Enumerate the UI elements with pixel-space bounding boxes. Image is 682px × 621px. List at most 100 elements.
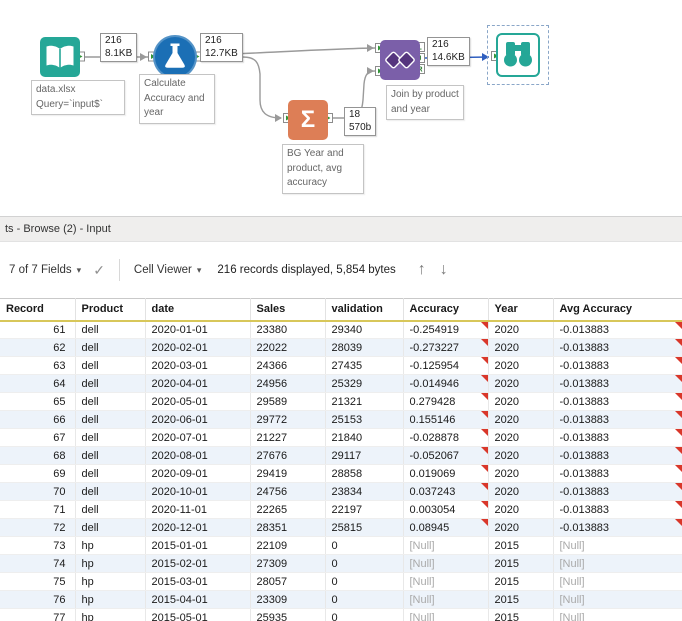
cell-validation[interactable]: 29117	[325, 446, 404, 465]
cell-record[interactable]: 64	[0, 374, 76, 393]
connection-annotation-input[interactable]: 216 8.1KB	[100, 33, 138, 62]
column-header-accuracy[interactable]: Accuracy	[403, 298, 489, 322]
table-row[interactable]: 77 hp 2015-05-01 25935 0 [Null] 2015 [Null]	[0, 608, 682, 621]
cell-product[interactable]: dell	[75, 356, 146, 375]
cell-accuracy[interactable]: [Null]	[403, 608, 489, 621]
cell-accuracy[interactable]: 0.08945	[403, 518, 489, 537]
cell-product[interactable]: hp	[75, 554, 146, 573]
cell-accuracy[interactable]: 0.279428	[403, 392, 489, 411]
cell-sales[interactable]: 23309	[250, 590, 326, 609]
cell-sales[interactable]: 27309	[250, 554, 326, 573]
cell-date[interactable]: 2020-06-01	[145, 410, 251, 429]
cell-accuracy[interactable]: -0.273227	[403, 338, 489, 357]
cell-validation[interactable]: 29340	[325, 320, 404, 339]
column-header-record[interactable]: Record	[0, 298, 76, 322]
cell-product[interactable]: dell	[75, 464, 146, 483]
cell-product[interactable]: dell	[75, 500, 146, 519]
formula-tool[interactable]	[153, 35, 197, 79]
cell-avg-accuracy[interactable]: -0.013883	[553, 392, 682, 411]
cell-accuracy[interactable]: 0.155146	[403, 410, 489, 429]
cell-avg-accuracy[interactable]: -0.013883	[553, 320, 682, 339]
cell-date[interactable]: 2020-03-01	[145, 356, 251, 375]
table-row[interactable]: 68 dell 2020-08-01 27676 29117 -0.052067 2020-…	[0, 446, 682, 465]
cell-avg-accuracy[interactable]: -0.013883	[553, 518, 682, 537]
connection-annotation-join[interactable]: 216 14.6KB	[427, 37, 470, 66]
cell-record[interactable]: 75	[0, 572, 76, 591]
cell-date[interactable]: 2020-07-01	[145, 428, 251, 447]
cell-product[interactable]: dell	[75, 320, 146, 339]
cell-accuracy[interactable]: -0.125954	[403, 356, 489, 375]
cell-year[interactable]: 2020	[488, 374, 554, 393]
cell-product[interactable]: hp	[75, 590, 146, 609]
cell-record[interactable]: 71	[0, 500, 76, 519]
cell-record[interactable]: 65	[0, 392, 76, 411]
table-row[interactable]: 66 dell 2020-06-01 29772 25153 0.155146 2020 -0…	[0, 410, 682, 429]
cell-record[interactable]: 67	[0, 428, 76, 447]
cell-product[interactable]: dell	[75, 338, 146, 357]
cell-product[interactable]: dell	[75, 410, 146, 429]
cell-year[interactable]: 2020	[488, 464, 554, 483]
table-row[interactable]: 64 dell 2020-04-01 24956 25329 -0.014946 2020-…	[0, 374, 682, 393]
cell-product[interactable]: dell	[75, 428, 146, 447]
table-row[interactable]: 73 hp 2015-01-01 22109 0 [Null] 2015 [Null]	[0, 536, 682, 555]
cell-sales[interactable]: 21227	[250, 428, 326, 447]
cell-year[interactable]: 2020	[488, 518, 554, 537]
cell-record[interactable]: 62	[0, 338, 76, 357]
cell-avg-accuracy[interactable]: [Null]	[553, 572, 682, 591]
cell-sales[interactable]: 29419	[250, 464, 326, 483]
cell-date[interactable]: 2015-02-01	[145, 554, 251, 573]
cell-record[interactable]: 66	[0, 410, 76, 429]
table-row[interactable]: 67 dell 2020-07-01 21227 21840 -0.028878 2020-…	[0, 428, 682, 447]
cell-year[interactable]: 2020	[488, 410, 554, 429]
fields-dropdown[interactable]: 7 of 7 Fields ▾	[9, 264, 81, 276]
tool-caption-input[interactable]: data.xlsx Query=`input$`	[31, 80, 125, 115]
cell-date[interactable]: 2020-08-01	[145, 446, 251, 465]
cell-year[interactable]: 2015	[488, 608, 554, 621]
column-header-date[interactable]: date	[145, 298, 251, 322]
cell-sales[interactable]: 29589	[250, 392, 326, 411]
cell-product[interactable]: hp	[75, 572, 146, 591]
cell-accuracy[interactable]: [Null]	[403, 590, 489, 609]
cell-accuracy[interactable]: 0.037243	[403, 482, 489, 501]
cell-avg-accuracy[interactable]: -0.013883	[553, 446, 682, 465]
column-header-validation[interactable]: validation	[325, 298, 404, 322]
input-data-tool[interactable]	[40, 37, 80, 77]
cell-year[interactable]: 2020	[488, 392, 554, 411]
cell-avg-accuracy[interactable]: -0.013883	[553, 428, 682, 447]
summarize-tool[interactable]: Σ	[288, 100, 328, 140]
cell-record[interactable]: 73	[0, 536, 76, 555]
cell-date[interactable]: 2020-05-01	[145, 392, 251, 411]
apply-check-icon[interactable]: ✓	[93, 262, 105, 279]
cell-validation[interactable]: 25329	[325, 374, 404, 393]
cell-accuracy[interactable]: -0.014946	[403, 374, 489, 393]
cell-sales[interactable]: 29772	[250, 410, 326, 429]
cell-product[interactable]: dell	[75, 392, 146, 411]
cell-accuracy[interactable]: [Null]	[403, 554, 489, 573]
scroll-up-arrow-icon[interactable]: ↑	[418, 262, 426, 278]
cell-record[interactable]: 70	[0, 482, 76, 501]
table-row[interactable]: 75 hp 2015-03-01 28057 0 [Null] 2015 [Null]	[0, 572, 682, 591]
cell-sales[interactable]: 22109	[250, 536, 326, 555]
tool-caption-join[interactable]: Join by product and year	[386, 85, 464, 120]
cell-year[interactable]: 2020	[488, 428, 554, 447]
cell-record[interactable]: 63	[0, 356, 76, 375]
browse-tool[interactable]	[496, 33, 540, 77]
cell-accuracy[interactable]: -0.254919	[403, 320, 489, 339]
cell-accuracy[interactable]: [Null]	[403, 572, 489, 591]
cell-sales[interactable]: 24956	[250, 374, 326, 393]
cell-validation[interactable]: 23834	[325, 482, 404, 501]
cell-year[interactable]: 2020	[488, 482, 554, 501]
cell-avg-accuracy[interactable]: -0.013883	[553, 338, 682, 357]
cell-validation[interactable]: 28039	[325, 338, 404, 357]
cell-sales[interactable]: 28351	[250, 518, 326, 537]
column-header-product[interactable]: Product	[75, 298, 146, 322]
table-row[interactable]: 76 hp 2015-04-01 23309 0 [Null] 2015 [Null]	[0, 590, 682, 609]
tool-caption-formula[interactable]: Calculate Accuracy and year	[139, 74, 215, 124]
column-header-sales[interactable]: Sales	[250, 298, 326, 322]
cell-year[interactable]: 2020	[488, 320, 554, 339]
cell-product[interactable]: dell	[75, 374, 146, 393]
cell-viewer-dropdown[interactable]: Cell Viewer ▾	[134, 264, 201, 276]
cell-accuracy[interactable]: [Null]	[403, 536, 489, 555]
cell-avg-accuracy[interactable]: -0.013883	[553, 356, 682, 375]
cell-date[interactable]: 2020-11-01	[145, 500, 251, 519]
